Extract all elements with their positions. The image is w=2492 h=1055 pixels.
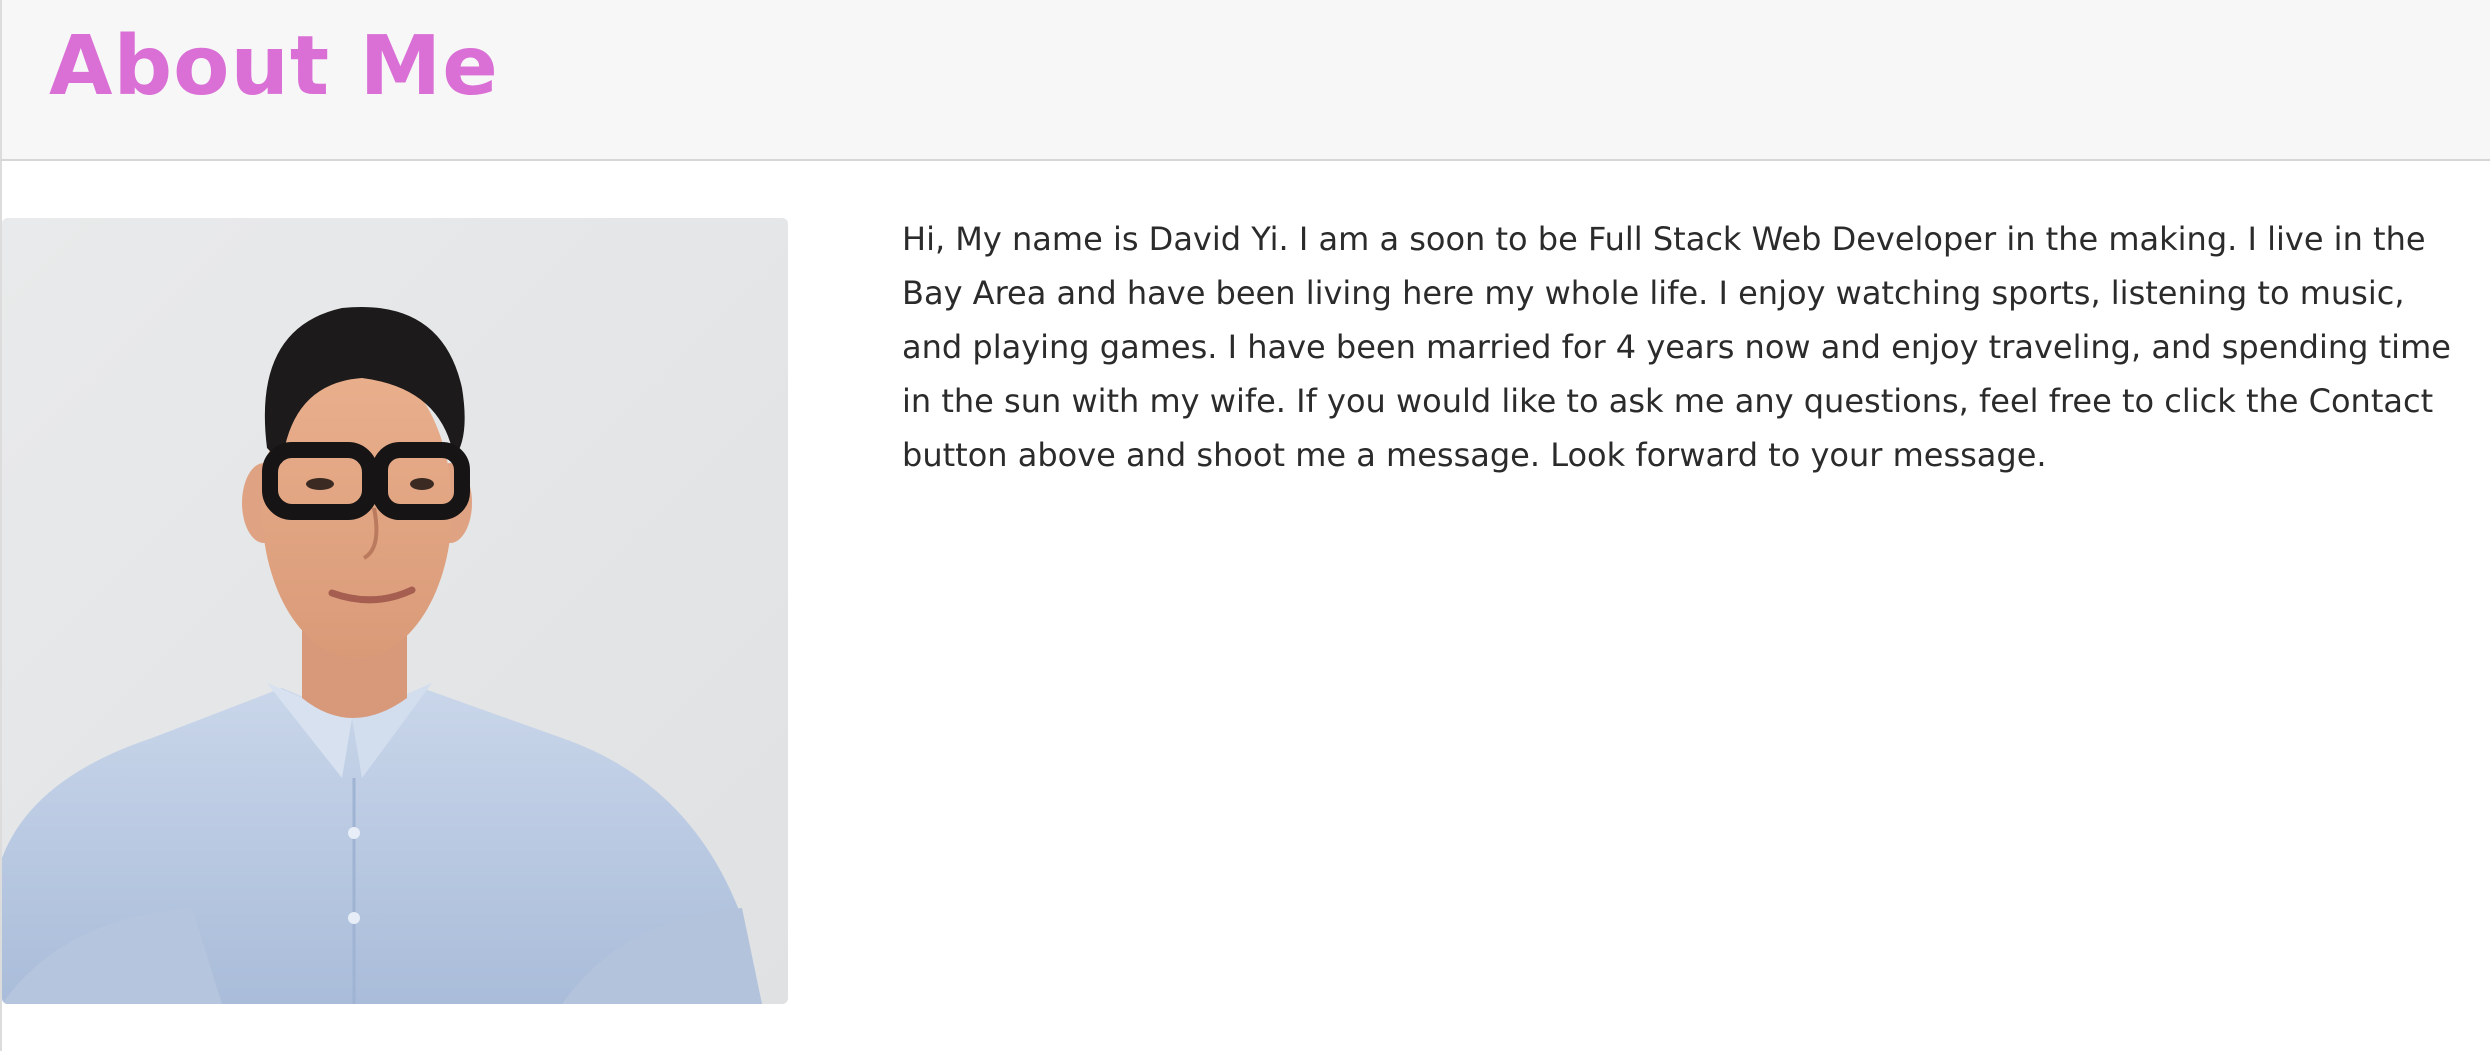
- portrait-photo-icon: [2, 218, 788, 1004]
- page-title: About Me: [49, 19, 499, 114]
- card-header: About Me: [0, 0, 2490, 161]
- about-description: Hi, My name is David Yi. I am a soon to …: [902, 220, 2451, 474]
- profile-photo: [2, 218, 788, 1004]
